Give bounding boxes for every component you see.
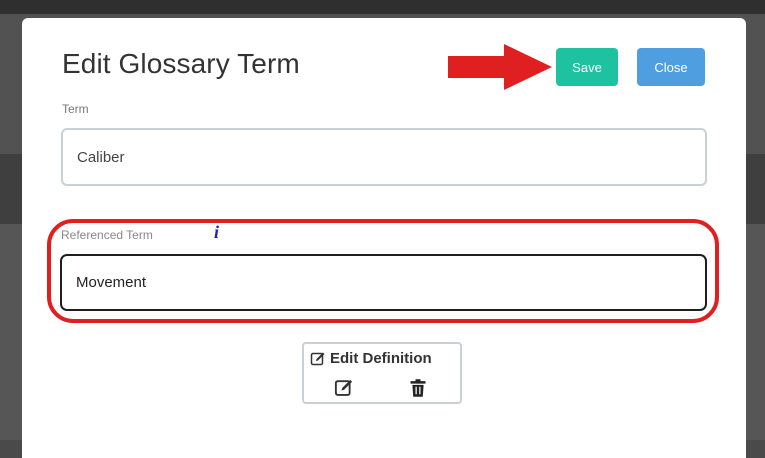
edit-definition-button[interactable]: Edit Definition [310,350,432,367]
close-button[interactable]: Close [637,48,705,86]
edit-icon[interactable] [334,378,354,398]
save-button[interactable]: Save [556,48,618,86]
red-arrow-annotation [448,44,552,90]
term-label: Term [62,102,89,116]
backdrop-top [0,0,765,14]
modal-title: Edit Glossary Term [62,48,300,79]
referenced-term-label: Referenced Term [61,228,153,242]
edit-definition-label: Edit Definition [330,350,432,367]
definition-box: Edit Definition [302,342,462,404]
definition-actions [334,378,434,398]
trash-icon[interactable] [408,378,428,398]
term-input[interactable] [61,128,707,186]
info-icon[interactable]: i [214,222,219,243]
referenced-term-input[interactable] [60,254,707,311]
edit-icon [310,352,325,365]
edit-glossary-modal: Edit Glossary Term Save Close Term Refer… [22,18,746,458]
